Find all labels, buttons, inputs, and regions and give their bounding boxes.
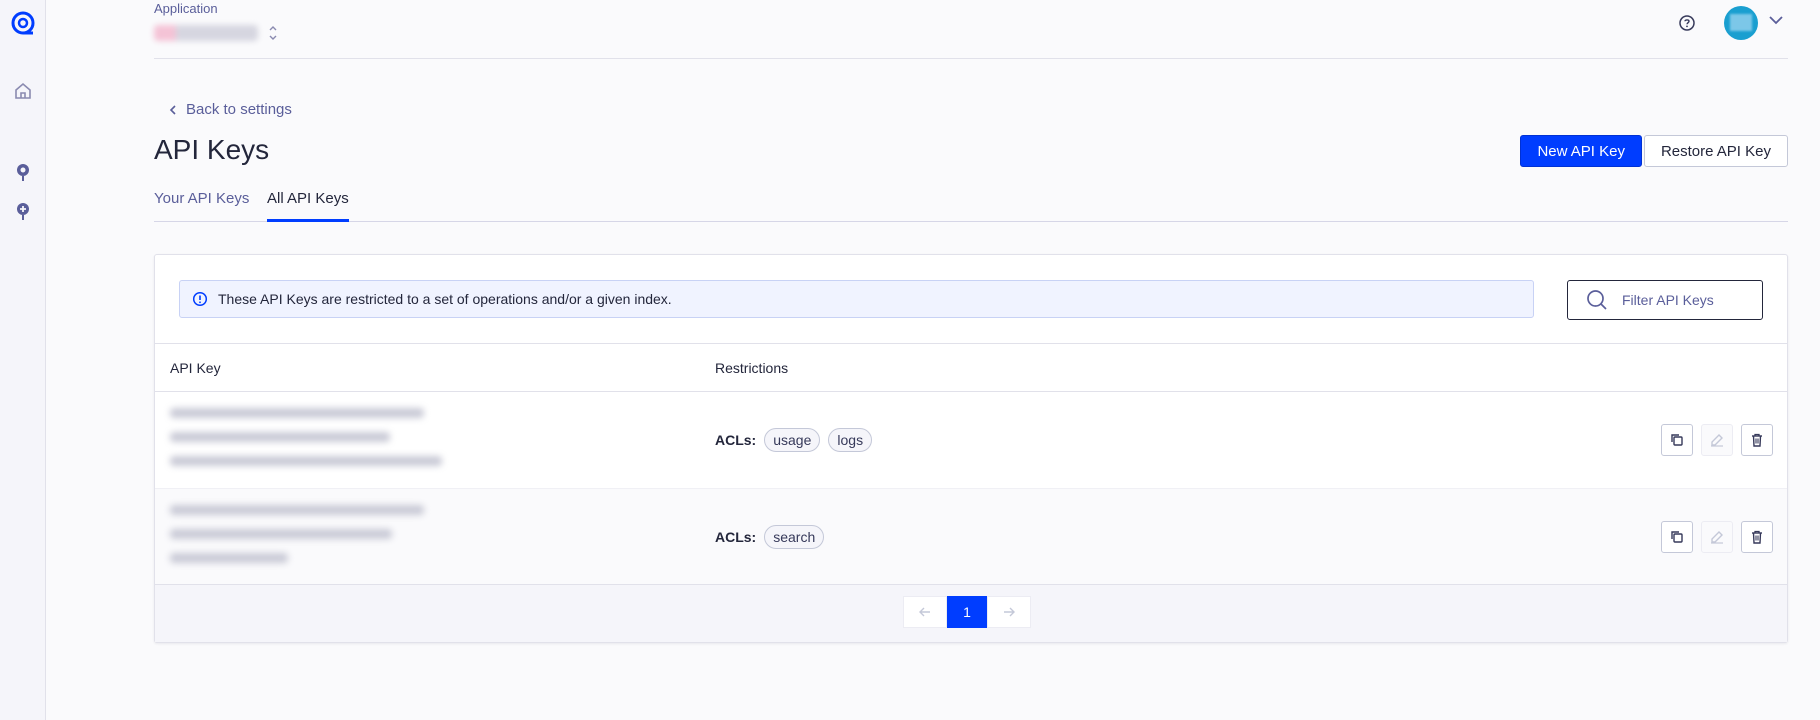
acl-chip: search	[764, 525, 825, 549]
filter-api-keys-input[interactable]	[1622, 292, 1752, 308]
application-label: Application	[154, 1, 218, 16]
previous-page-button[interactable]	[903, 596, 947, 628]
trash-icon	[1752, 530, 1762, 544]
copy-icon	[1671, 434, 1683, 446]
row-actions	[1653, 424, 1773, 456]
main-content: Application Back to settings API Keys Ne…	[46, 0, 1820, 720]
arrow-right-icon	[1004, 607, 1015, 617]
delete-button[interactable]	[1741, 424, 1773, 456]
help-icon[interactable]	[1676, 12, 1698, 34]
acl-label: ACLs:	[715, 432, 757, 448]
page-button-current[interactable]: 1	[947, 596, 987, 628]
edit-button[interactable]	[1701, 424, 1733, 456]
chevron-updown-icon	[269, 26, 277, 40]
tab-your-api-keys[interactable]: Your API Keys	[154, 190, 249, 219]
acl-label: ACLs:	[715, 529, 757, 545]
application-name-redacted	[154, 25, 258, 41]
chevron-left-icon	[169, 104, 176, 115]
api-keys-card: These API Keys are restricted to a set o…	[154, 254, 1788, 643]
home-icon[interactable]	[8, 76, 38, 106]
tabs: Your API Keys All API Keys	[154, 182, 1788, 222]
info-banner: These API Keys are restricted to a set o…	[179, 280, 1534, 318]
new-api-key-button[interactable]: New API Key	[1520, 135, 1642, 167]
row-actions	[1653, 521, 1773, 553]
table-header: API Key Restrictions	[155, 343, 1787, 392]
logo-icon[interactable]	[8, 8, 38, 38]
acl-list: ACLs: search	[715, 525, 832, 549]
api-key-redacted	[170, 505, 424, 577]
restore-api-key-button[interactable]: Restore API Key	[1643, 135, 1788, 167]
tab-all-api-keys[interactable]: All API Keys	[267, 190, 349, 222]
acl-chip: logs	[828, 428, 873, 452]
copy-icon	[1671, 531, 1683, 543]
trash-icon	[1752, 433, 1762, 447]
column-header-api-key: API Key	[170, 360, 221, 376]
application-selector[interactable]	[154, 22, 282, 44]
copy-button[interactable]	[1661, 521, 1693, 553]
sidebar	[0, 0, 46, 720]
info-banner-text: These API Keys are restricted to a set o…	[218, 291, 672, 307]
edit-button[interactable]	[1701, 521, 1733, 553]
acl-chip: usage	[764, 428, 821, 452]
recommend-product-icon[interactable]	[8, 196, 38, 226]
info-icon	[192, 291, 208, 307]
back-link-label: Back to settings	[186, 101, 292, 118]
search-icon	[1587, 290, 1607, 310]
edit-icon	[1711, 434, 1723, 447]
chevron-down-icon[interactable]	[1768, 14, 1784, 26]
arrow-left-icon	[919, 607, 930, 617]
back-to-settings-link[interactable]: Back to settings	[168, 101, 292, 118]
avatar[interactable]	[1724, 6, 1758, 40]
pagination-bar: 1	[155, 584, 1787, 642]
pagination: 1	[903, 596, 1031, 628]
copy-button[interactable]	[1661, 424, 1693, 456]
page-title: API Keys	[154, 134, 270, 165]
table-row: ACLs: usage logs	[155, 392, 1787, 489]
next-page-button[interactable]	[987, 596, 1031, 628]
column-header-restrictions: Restrictions	[715, 360, 789, 376]
table-row: ACLs: search	[155, 489, 1787, 586]
api-key-redacted	[170, 408, 442, 480]
topbar: Application	[154, 0, 1788, 59]
search-product-icon[interactable]	[8, 157, 38, 187]
delete-button[interactable]	[1741, 521, 1773, 553]
edit-icon	[1711, 531, 1723, 544]
acl-list: ACLs: usage logs	[715, 428, 880, 452]
filter-box[interactable]	[1567, 280, 1763, 320]
